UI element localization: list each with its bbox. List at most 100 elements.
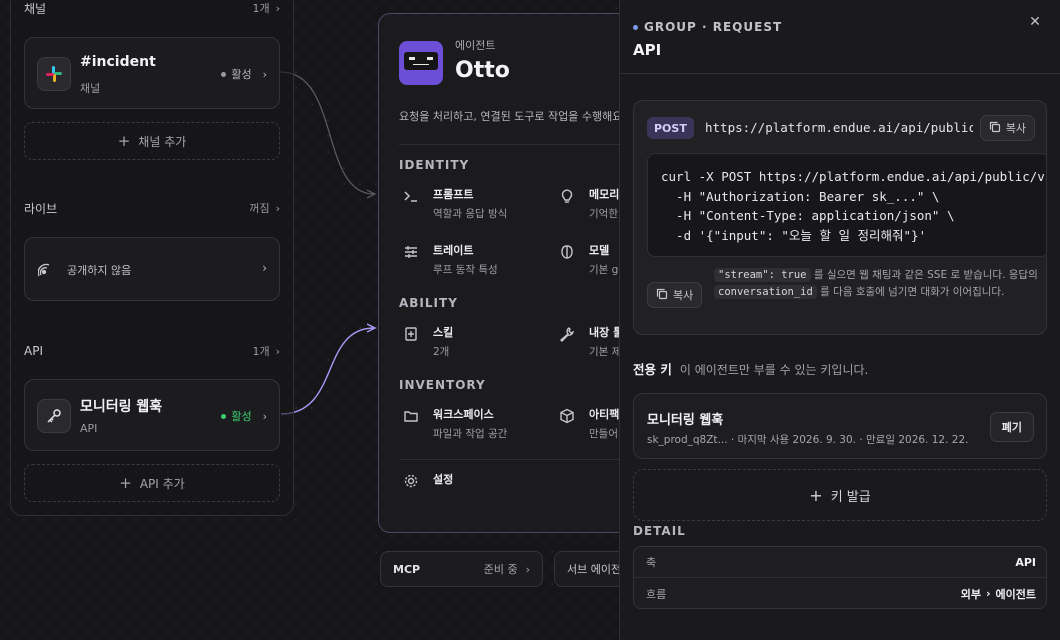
book-plus-icon — [403, 326, 421, 344]
copy-label: 복사 — [673, 289, 694, 302]
api-count: 1개 — [252, 345, 270, 358]
folder-icon — [403, 408, 421, 426]
agent-kind-label: 에이전트 — [455, 39, 496, 52]
settings-label: 설정 — [433, 473, 454, 486]
chevron-right-icon: › — [275, 1, 280, 15]
live-section-label: 라이브 — [24, 201, 58, 216]
mcp-label: MCP — [393, 562, 421, 576]
gear-icon — [403, 473, 421, 491]
divider — [620, 73, 1060, 74]
endpoint-url: https://platform.endue.ai/api/public/v1 — [705, 120, 973, 135]
lightbulb-icon — [559, 188, 577, 206]
chevron-right-icon: › — [985, 587, 991, 600]
copy-url-button[interactable]: 복사 — [979, 115, 1035, 141]
broadcast-icon — [37, 262, 54, 282]
key-name: 모니터링 웹훅 — [647, 413, 724, 428]
box-icon — [559, 408, 577, 426]
wrench-icon — [559, 326, 577, 344]
detail-row-axis: 축 API — [634, 547, 1046, 578]
revoke-key-button[interactable]: 폐기 — [989, 412, 1034, 442]
add-api-label: API 추가 — [139, 476, 185, 491]
api-node-title: 모니터링 웹훅 — [80, 399, 163, 415]
channel-node-incident[interactable]: #incident 채널 활성 › — [24, 37, 280, 109]
note-text: 를 실으면 웹 채팅과 같은 SSE 로 받습니다. 응답의 — [810, 269, 1038, 281]
note-text: 를 다음 호출에 넘기면 대화가 이어집니다. — [816, 286, 1005, 298]
add-channel-label: 채널 추가 — [138, 134, 187, 149]
flow-value: 외부 › 에이전트 — [961, 586, 1036, 602]
copy-icon — [656, 288, 668, 303]
api-node-monitoring-webhook[interactable]: 모니터링 웹훅 API 활성 › — [24, 379, 280, 451]
dedicated-keys-header: 전용 키 이 에이전트만 부를 수 있는 키입니다. — [633, 359, 868, 378]
api-key-item: 모니터링 웹훅 sk_prod_q8Zt... · 마지막 사용 2026. 9… — [633, 393, 1047, 459]
chevron-right-icon: › — [525, 562, 530, 576]
channel-arrow — [366, 189, 377, 199]
add-api-button[interactable]: + API 추가 — [24, 464, 280, 502]
feature-title: 트레이트 — [433, 244, 474, 257]
api-section-header[interactable]: API 1개 › — [24, 341, 280, 361]
live-state: 꺼짐 — [249, 202, 270, 215]
issue-key-button[interactable]: + 키 발급 — [633, 469, 1047, 521]
plus-icon: + — [809, 485, 823, 505]
api-connector — [280, 327, 375, 415]
chevron-right-icon: › — [262, 409, 267, 423]
divider — [399, 459, 637, 460]
panel-title: API — [633, 41, 662, 59]
copy-icon — [989, 121, 1001, 136]
flow-from: 외부 — [960, 587, 981, 601]
group-label-ability: ABILITY — [399, 296, 458, 310]
add-channel-button[interactable]: + 채널 추가 — [24, 122, 280, 160]
channel-node-subtitle: 채널 — [80, 82, 101, 95]
live-node[interactable]: 공개하지 않음 › — [24, 237, 280, 301]
live-section-header[interactable]: 라이브 꺼짐 › — [24, 198, 280, 218]
code-line: curl -X POST https://platform.endue.ai/a… — [661, 169, 1047, 184]
copy-label: 복사 — [1005, 122, 1026, 135]
group-label-identity: IDENTITY — [399, 158, 470, 172]
keys-description: 이 에이전트만 부를 수 있는 키입니다. — [679, 363, 869, 377]
group-label-inventory: INVENTORY — [399, 378, 486, 392]
detail-key: 흐름 — [646, 587, 667, 601]
key-meta: sk_prod_q8Zt... · 마지막 사용 2026. 9. 30. · … — [647, 434, 969, 446]
http-method-badge: POST — [647, 117, 694, 139]
feature-title: 모델 — [589, 244, 610, 257]
feature-sub: 파일과 작업 공간 — [433, 428, 508, 440]
panel-tag: GROUP · REQUEST — [633, 20, 782, 34]
channel-count: 1개 — [252, 2, 270, 15]
channel-node-title: #incident — [80, 54, 156, 70]
copy-code-button[interactable]: 복사 — [647, 282, 703, 308]
agent-description: 요청을 처리하고, 연결된 도구로 작업을 수행해요. — [399, 110, 626, 123]
close-icon[interactable]: ✕ — [1026, 13, 1044, 31]
flow-to: 에이전트 — [995, 587, 1036, 601]
divider — [399, 144, 637, 145]
terminal-icon — [403, 188, 421, 206]
sliders-icon — [403, 244, 421, 262]
feature-sub: 역할과 응답 방식 — [433, 208, 508, 220]
brain-icon — [559, 244, 577, 262]
panel-tag-label: GROUP · REQUEST — [644, 20, 783, 34]
feature-title: 메모리 — [589, 188, 620, 201]
live-node-label: 공개하지 않음 — [67, 264, 132, 277]
curl-code-block: curl -X POST https://platform.endue.ai/a… — [647, 153, 1047, 257]
inline-code: "stream": true — [714, 268, 811, 282]
channel-section-label: 채널 — [24, 1, 47, 16]
detail-row-flow: 흐름 외부 › 에이전트 — [634, 578, 1046, 608]
agent-card[interactable]: 에이전트 Otto 요청을 처리하고, 연결된 도구로 작업을 수행해요. ID… — [378, 13, 638, 533]
plus-icon: + — [119, 474, 132, 492]
inline-code: conversation_id — [714, 285, 817, 299]
channel-section-header[interactable]: 채널 1개 › — [24, 0, 280, 18]
code-line: -d '{"input": "오늘 할 일 정리해줘"}' — [661, 227, 927, 243]
request-detail-panel: GROUP · REQUEST API ✕ POST https://platf… — [619, 0, 1060, 640]
feature-sub: 2개 — [433, 346, 450, 358]
detail-heading: DETAIL — [633, 524, 686, 538]
detail-table: 축 API 흐름 외부 › 에이전트 — [633, 546, 1047, 609]
code-line: -H "Content-Type: application/json" \ — [661, 208, 955, 223]
status-label: 활성 — [231, 68, 252, 81]
status-badge: 활성 › — [221, 408, 267, 424]
request-box: POST https://platform.endue.ai/api/publi… — [633, 100, 1047, 335]
mcp-pill[interactable]: MCP 준비 중 › — [380, 551, 543, 587]
channel-connector — [280, 71, 375, 195]
keys-heading: 전용 키 — [633, 362, 672, 377]
mcp-status: 준비 중 — [483, 563, 518, 576]
api-node-subtitle: API — [80, 422, 98, 435]
robot-avatar-icon — [399, 41, 443, 85]
chevron-right-icon: › — [275, 344, 280, 358]
